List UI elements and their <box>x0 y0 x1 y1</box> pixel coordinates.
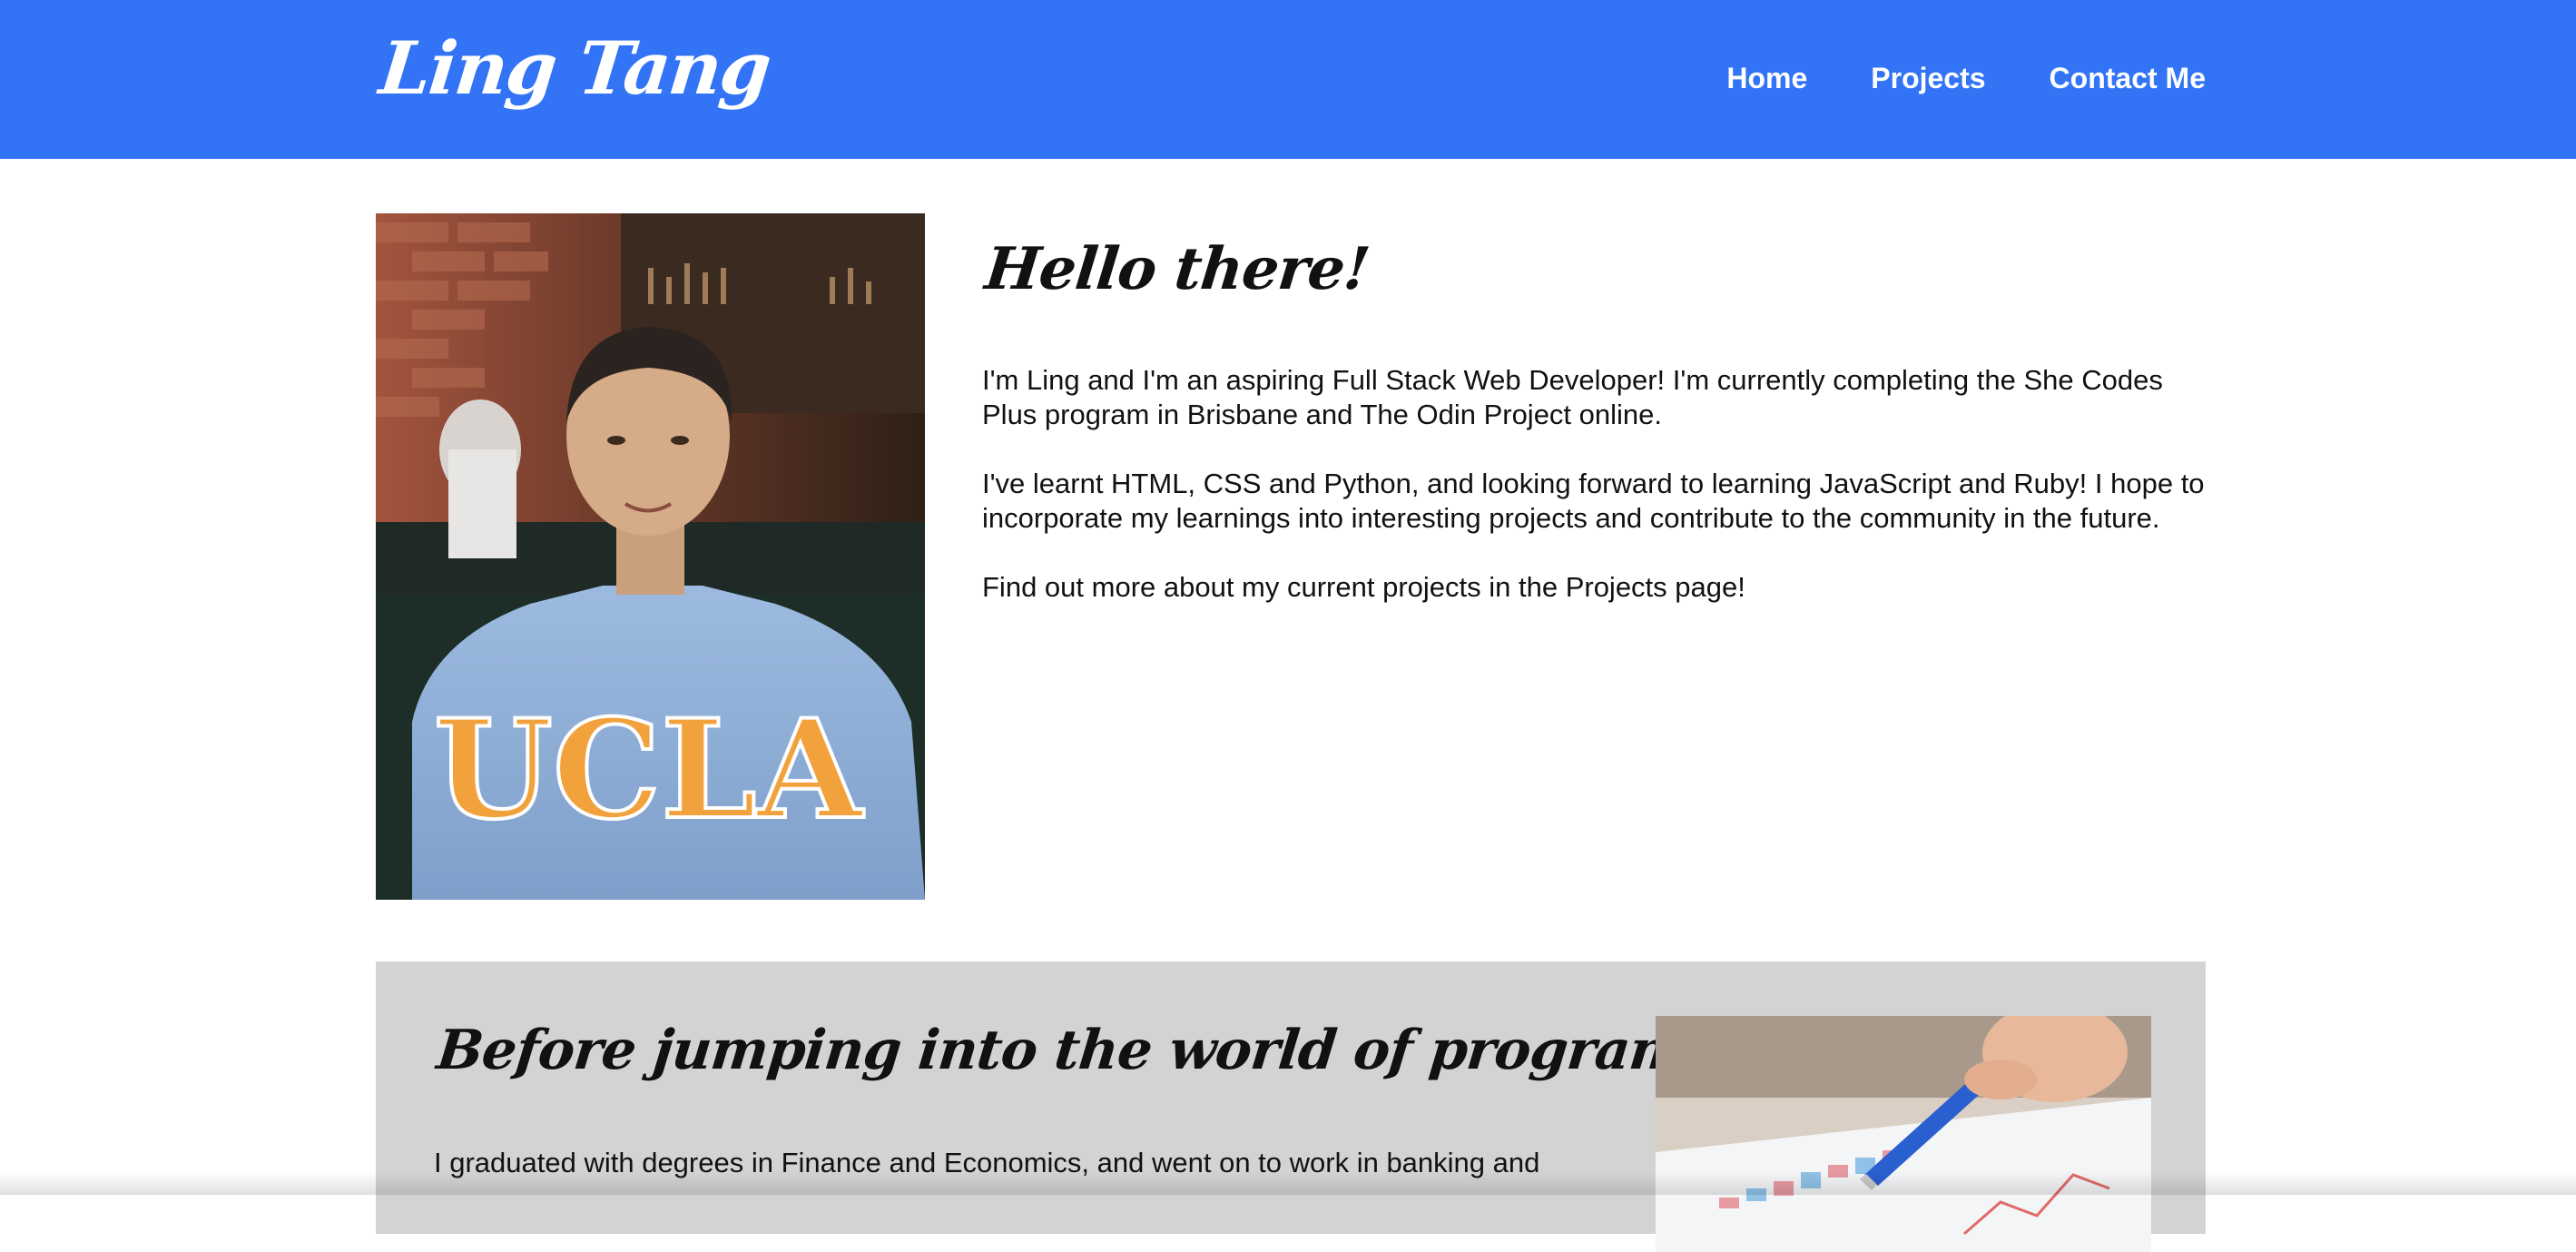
site-logo[interactable]: Ling Tang <box>376 25 773 111</box>
profile-photo: UCLA <box>376 213 925 900</box>
finance-chart-photo <box>1656 1016 2151 1252</box>
main-nav: Home Projects Contact Me <box>1726 60 2206 96</box>
intro-section: Hello there! I'm Ling and I'm an aspirin… <box>982 235 2207 639</box>
nav-home-link[interactable]: Home <box>1726 60 1807 96</box>
intro-heading: Hello there! <box>981 235 1372 303</box>
nav-projects-link[interactable]: Projects <box>1871 60 1985 96</box>
page-bottom-shadow <box>0 1171 2576 1195</box>
nav-contact-link[interactable]: Contact Me <box>2050 60 2206 96</box>
navbar: Ling Tang Home Projects Contact Me <box>0 0 2576 159</box>
intro-paragraph-3: Find out more about my current projects … <box>982 571 1745 604</box>
intro-paragraph-1: I'm Ling and I'm an aspiring Full Stack … <box>982 364 2163 431</box>
intro-paragraph-2: I've learnt HTML, CSS and Python, and lo… <box>982 468 2205 535</box>
sweater-text: UCLA <box>434 690 865 850</box>
